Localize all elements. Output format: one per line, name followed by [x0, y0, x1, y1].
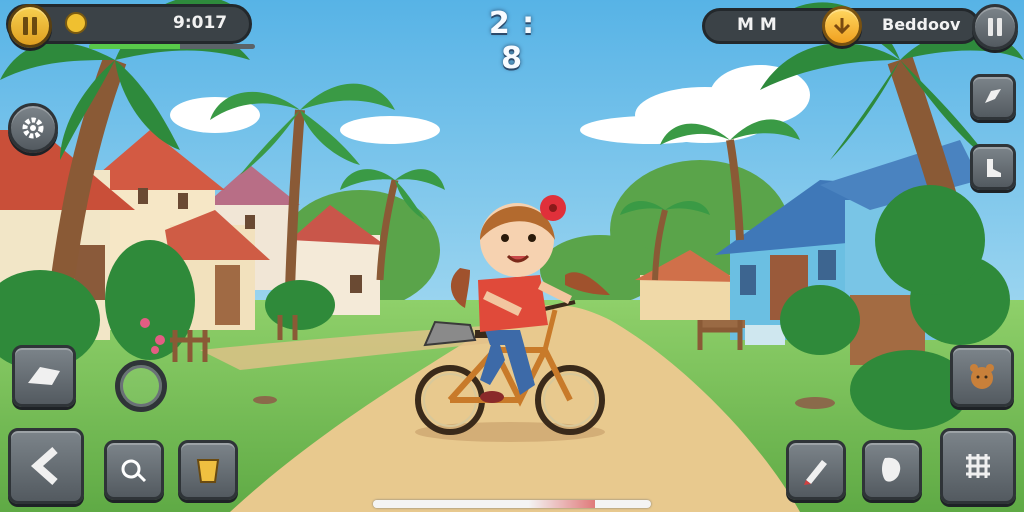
settings-button[interactable]	[8, 103, 58, 153]
bear-icon	[970, 364, 994, 389]
health-bar	[89, 44, 255, 49]
skate-icon	[28, 367, 60, 385]
ability-button-1[interactable]	[970, 74, 1016, 120]
score-text: Beddoov	[882, 15, 961, 34]
skate-button[interactable]	[12, 345, 76, 407]
pattern-icon	[966, 454, 990, 478]
animal-button[interactable]	[950, 345, 1014, 407]
pause-icon	[23, 17, 37, 35]
chevron-left-icon	[30, 447, 58, 485]
level-progress-bar	[373, 500, 651, 508]
mask-icon	[882, 457, 901, 482]
stone	[795, 397, 835, 409]
pause-button-left[interactable]	[8, 4, 52, 48]
pen-button[interactable]	[786, 440, 846, 500]
tool-button[interactable]	[104, 440, 164, 500]
pause-icon	[988, 18, 1002, 36]
coin-button[interactable]	[822, 6, 862, 46]
mask-button[interactable]	[862, 440, 922, 500]
back-button[interactable]	[8, 428, 84, 504]
arrow-down-icon	[833, 18, 851, 35]
match-timer: 2 : 8	[488, 6, 536, 76]
ability-button-2[interactable]	[970, 144, 1016, 190]
level-progress-fill	[373, 500, 596, 508]
health-bar-fill	[89, 44, 181, 49]
player-name-text: M M	[737, 15, 777, 35]
time-display: 9:017	[173, 13, 228, 33]
pen-icon	[804, 460, 827, 485]
pattern-button[interactable]	[940, 428, 1016, 504]
pause-button-right[interactable]	[972, 4, 1018, 50]
ability-icon	[985, 89, 1001, 103]
game-scene	[0, 0, 1024, 512]
tool-icon	[121, 459, 147, 483]
bucket-icon	[196, 459, 220, 483]
stone	[253, 396, 277, 404]
bucket-button[interactable]	[178, 440, 238, 500]
gear-icon	[22, 117, 44, 139]
clock-icon	[65, 12, 87, 34]
boot-icon	[987, 159, 1001, 177]
joystick-ring[interactable]	[115, 360, 167, 412]
